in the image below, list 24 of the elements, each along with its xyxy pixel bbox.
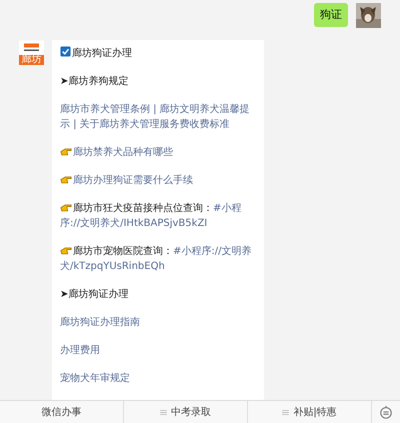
menu-button[interactable]: 中考录取 — [171, 405, 211, 419]
menu-button[interactable]: 补贴|特惠 — [293, 405, 337, 419]
link[interactable]: 廊坊禁养犬品种有哪些 — [73, 145, 173, 160]
message-text: 廊坊市狂犬疫苗接种点位查询： — [73, 202, 213, 216]
pointing-hand-icon — [60, 246, 72, 255]
pointing-hand-icon — [60, 203, 72, 212]
message-text: 廊坊市宠物医院查询： — [73, 244, 173, 259]
link[interactable]: #小程序://文明养 — [173, 244, 252, 259]
menu-button[interactable]: 微信办事 — [42, 405, 82, 419]
link[interactable]: 廊坊市养犬管理条例 | 廊坊文明养犬温馨提示 | 关于廊坊养犬管理服务费收费标准 — [60, 102, 256, 132]
message-text: 廊坊狗证办理 — [72, 46, 132, 61]
link[interactable]: 廊坊狗证办理指南 — [60, 315, 140, 330]
link[interactable]: #小程 — [213, 201, 242, 216]
link[interactable]: 序://文明养犬/IHtkBAPSjvB5kZI — [60, 216, 208, 231]
link[interactable]: 办理费用 — [60, 343, 100, 358]
link[interactable]: 廊坊办理狗证需要什么手续 — [73, 173, 193, 188]
message-text: ➤廊坊养狗规定 — [60, 74, 128, 89]
checkbox-icon — [60, 46, 71, 57]
link[interactable]: 犬/kTzpqYUsRinbEQh — [60, 259, 165, 274]
link[interactable]: 宠物犬年审规定 — [60, 371, 130, 386]
message-text: ➤廊坊狗证办理 — [60, 288, 128, 302]
pointing-hand-icon — [60, 175, 72, 184]
message-bubble: 狗证 — [314, 3, 348, 27]
pointing-hand-icon — [60, 147, 72, 156]
